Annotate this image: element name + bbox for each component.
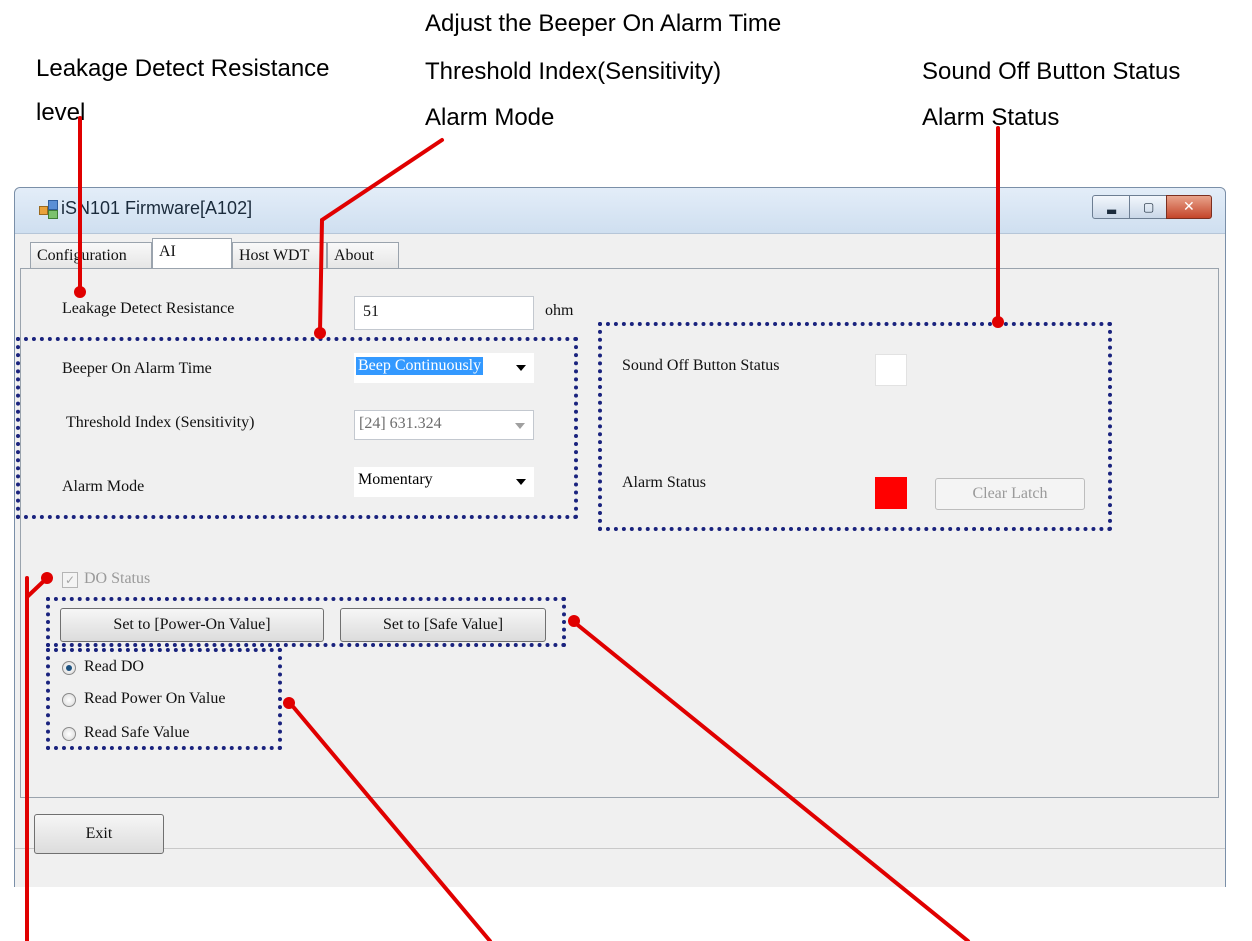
read-do-radio[interactable] (62, 661, 76, 675)
sound-off-status-indicator (875, 354, 907, 386)
alarm-status-label: Alarm Status (622, 474, 706, 491)
alarm-mode-value: Momentary (358, 471, 433, 488)
exit-button[interactable]: Exit (34, 814, 164, 854)
annotation-beeper-title: Adjust the Beeper On Alarm Time (425, 10, 782, 37)
window-title: iSN101 Firmware[A102] (61, 198, 253, 218)
beeper-dropdown[interactable]: Beep Continuously (354, 353, 534, 383)
read-power-on-label: Read Power On Value (84, 690, 226, 707)
close-icon: ✕ (1183, 199, 1195, 215)
threshold-value: [24] 631.324 (359, 415, 442, 432)
status-bar (15, 848, 1225, 887)
leakage-label: Leakage Detect Resistance (62, 300, 235, 317)
threshold-dropdown[interactable]: [24] 631.324 (354, 410, 534, 440)
title-bar[interactable]: iSN101 Firmware[A102] ▬ ▢ ✕ (15, 188, 1225, 234)
maximize-icon: ▢ (1143, 200, 1155, 214)
read-power-on-radio[interactable] (62, 693, 76, 707)
threshold-label: Threshold Index (Sensitivity) (66, 414, 255, 431)
annotation-alarm-mode-title: Alarm Mode (425, 104, 555, 131)
alarm-status-indicator (875, 477, 907, 509)
leakage-unit-label: ohm (545, 302, 574, 319)
do-status-checkbox[interactable]: ✓ (62, 572, 78, 588)
annotation-threshold-title: Threshold Index(Sensitivity) (425, 58, 722, 85)
leakage-input[interactable]: 51 (354, 296, 534, 330)
annotation-leakage-title: Leakage Detect Resistance (36, 55, 330, 82)
alarm-mode-dropdown[interactable]: Momentary (354, 467, 534, 497)
annotation-sound-off-title: Sound Off Button Status (922, 58, 1181, 85)
annotation-alarm-status-title: Alarm Status (922, 104, 1060, 131)
tab-host-wdt[interactable]: Host WDT (232, 242, 327, 268)
chevron-down-icon (516, 479, 526, 485)
minimize-button[interactable]: ▬ (1092, 195, 1130, 219)
chevron-down-icon (516, 365, 526, 371)
set-safe-value-button[interactable]: Set to [Safe Value] (340, 608, 546, 642)
annotation-leakage-subtitle: level (36, 99, 86, 126)
beeper-value: Beep Continuously (356, 357, 484, 375)
tab-configuration[interactable]: Configuration (30, 242, 152, 268)
tab-about[interactable]: About (327, 242, 399, 268)
set-power-on-value-button[interactable]: Set to [Power-On Value] (60, 608, 324, 642)
maximize-button[interactable]: ▢ (1129, 195, 1167, 219)
minimize-icon: ▬ (1106, 204, 1118, 218)
chevron-down-icon (515, 423, 525, 429)
alarm-mode-label: Alarm Mode (62, 478, 145, 495)
read-safe-value-label: Read Safe Value (84, 724, 190, 741)
do-status-label: DO Status (84, 570, 151, 587)
clear-latch-button[interactable]: Clear Latch (935, 478, 1085, 510)
app-icon (39, 200, 58, 219)
tab-ai[interactable]: AI (152, 238, 232, 268)
read-safe-value-radio[interactable] (62, 727, 76, 741)
sound-off-status-label: Sound Off Button Status (622, 357, 780, 374)
read-do-label: Read DO (84, 658, 144, 675)
close-button[interactable]: ✕ (1166, 195, 1212, 219)
beeper-label: Beeper On Alarm Time (62, 360, 212, 377)
